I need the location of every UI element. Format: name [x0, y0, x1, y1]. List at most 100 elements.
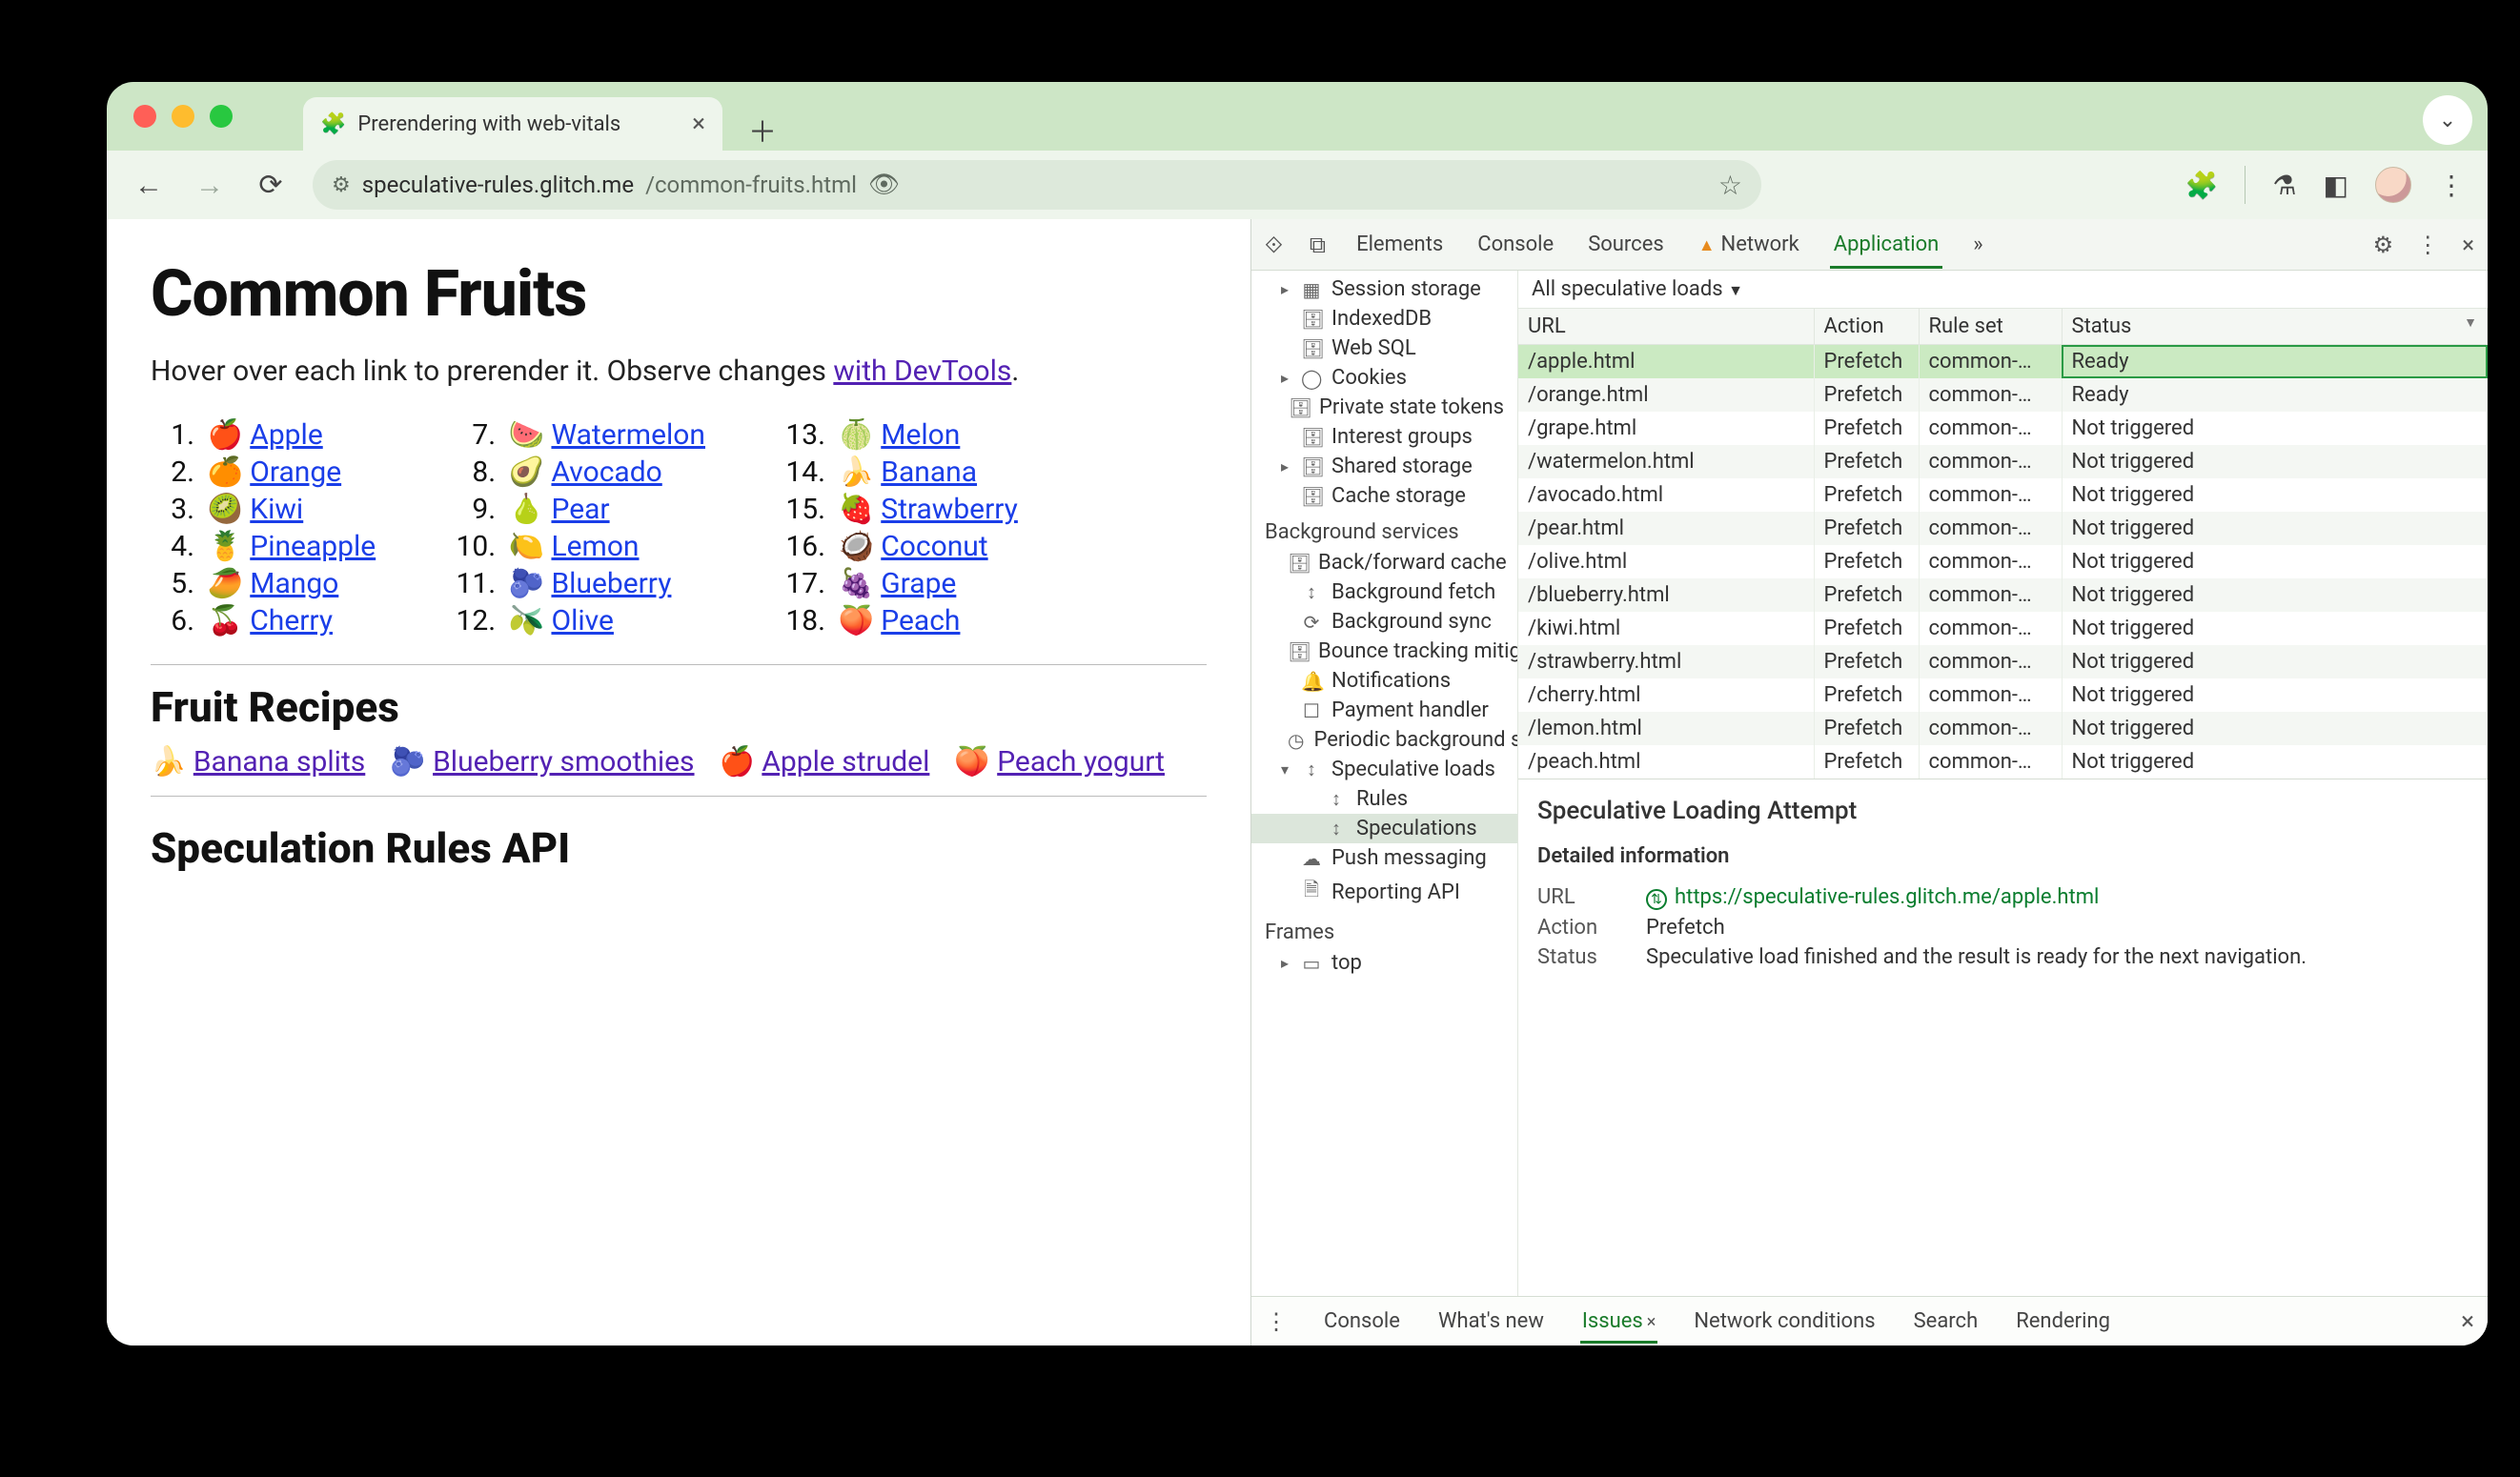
drawer-tab-rendering[interactable]: Rendering [2014, 1300, 2112, 1343]
table-row[interactable]: /orange.htmlPrefetchcommon-…Ready [1518, 378, 2488, 412]
fruit-link[interactable]: Pear [551, 493, 609, 526]
lead-link[interactable]: with DevTools [833, 354, 1011, 388]
table-row[interactable]: /lemon.htmlPrefetchcommon-…Not triggered [1518, 712, 2488, 745]
fruit-link[interactable]: Watermelon [551, 418, 705, 452]
sidebar-item[interactable]: ▸🗄Shared storage [1251, 452, 1517, 481]
tab-application[interactable]: Application [1830, 221, 1942, 268]
fruit-link[interactable]: Peach [881, 604, 960, 637]
recipe-link[interactable]: Banana splits [193, 745, 365, 779]
table-row[interactable]: /cherry.htmlPrefetchcommon-…Not triggere… [1518, 678, 2488, 712]
site-settings-icon[interactable]: ⚙ [332, 173, 351, 197]
table-row[interactable]: /kiwi.htmlPrefetchcommon-…Not triggered [1518, 612, 2488, 645]
profile-avatar[interactable] [2375, 167, 2411, 203]
sidebar-item[interactable]: 🗄Interest groups [1251, 422, 1517, 452]
table-row[interactable]: /pear.htmlPrefetchcommon-…Not triggered [1518, 512, 2488, 545]
th-action[interactable]: Action [1814, 309, 1919, 345]
omnibox[interactable]: ⚙ speculative-rules.glitch.me/common-fru… [313, 160, 1761, 210]
fruit-link[interactable]: Lemon [551, 530, 639, 563]
tab-network[interactable]: Network [1695, 221, 1803, 268]
table-row[interactable]: /avocado.htmlPrefetchcommon-…Not trigger… [1518, 478, 2488, 512]
drawer-tab-netcond[interactable]: Network conditions [1692, 1300, 1877, 1343]
tab-more[interactable]: » [1969, 221, 1986, 268]
drawer-menu-icon[interactable]: ⋮ [1265, 1308, 1288, 1335]
sidepanel-icon[interactable]: ◧ [2324, 170, 2348, 201]
table-row[interactable]: /peach.htmlPrefetchcommon-…Not triggered [1518, 745, 2488, 779]
inspect-icon[interactable]: ⟐ [1265, 232, 1283, 258]
fruit-link[interactable]: Apple [250, 418, 322, 452]
table-row[interactable]: /grape.htmlPrefetchcommon-…Not triggered [1518, 412, 2488, 445]
labs-icon[interactable]: ⚗ [2272, 170, 2296, 201]
fruit-link[interactable]: Coconut [881, 530, 987, 563]
th-ruleset[interactable]: Rule set [1919, 309, 2062, 345]
table-row[interactable]: /strawberry.htmlPrefetchcommon-…Not trig… [1518, 645, 2488, 678]
sidebar-item[interactable]: 🗄Cache storage [1251, 481, 1517, 511]
sidebar-item[interactable]: 🗄Bounce tracking mitigation [1251, 637, 1517, 666]
sidebar-item[interactable]: ↕Speculations [1251, 814, 1517, 843]
fullscreen-window-button[interactable] [210, 105, 233, 128]
sidebar-item[interactable]: 🗄Web SQL [1251, 334, 1517, 363]
tabs-overflow-button[interactable]: ⌄ [2423, 95, 2472, 145]
sidebar-item[interactable]: ◷Periodic background sync [1251, 725, 1517, 755]
fruit-link[interactable]: Banana [881, 455, 977, 489]
recipe-link[interactable]: Blueberry smoothies [433, 745, 694, 779]
table-row[interactable]: /blueberry.htmlPrefetchcommon-…Not trigg… [1518, 578, 2488, 612]
fruit-link[interactable]: Pineapple [250, 530, 376, 563]
drawer-tab-whatsnew[interactable]: What's new [1436, 1300, 1546, 1343]
fruit-link[interactable]: Blueberry [551, 567, 671, 600]
new-tab-button[interactable]: ＋ [742, 109, 783, 151]
fruit-link[interactable]: Avocado [551, 455, 661, 489]
th-url[interactable]: URL [1518, 309, 1814, 345]
sidebar-item[interactable]: 🔔Notifications [1251, 666, 1517, 696]
table-row[interactable]: /watermelon.htmlPrefetchcommon-…Not trig… [1518, 445, 2488, 478]
fruit-link[interactable]: Orange [250, 455, 341, 489]
close-devtools-icon[interactable]: × [2462, 232, 2474, 258]
sidebar-item[interactable]: 🗄Private state tokens [1251, 393, 1517, 422]
close-window-button[interactable] [133, 105, 156, 128]
filter-dropdown[interactable]: All speculative loads ▼ [1532, 277, 1743, 301]
fruit-link[interactable]: Melon [881, 418, 960, 452]
minimize-window-button[interactable] [172, 105, 194, 128]
sidebar-item[interactable]: 🗄Back/forward cache [1251, 548, 1517, 577]
sidebar-item[interactable]: ▸▦Session storage [1251, 274, 1517, 304]
recipe-link[interactable]: Peach yogurt [997, 745, 1165, 779]
forward-button[interactable]: → [191, 166, 229, 204]
fruit-link[interactable]: Kiwi [250, 493, 303, 526]
recipe-link[interactable]: Apple strudel [762, 745, 929, 779]
device-toggle-icon[interactable]: ⧉ [1310, 232, 1326, 258]
bookmark-star-icon[interactable]: ☆ [1718, 170, 1742, 201]
kebab-menu-icon[interactable]: ⋮ [2438, 170, 2465, 201]
sidebar-item[interactable]: ☁Push messaging [1251, 843, 1517, 873]
detail-url-link[interactable]: ⇅https://speculative-rules.glitch.me/app… [1646, 885, 2099, 910]
gear-icon[interactable]: ⚙ [2373, 232, 2394, 258]
close-icon[interactable]: × [1647, 1312, 1656, 1332]
drawer-tab-search[interactable]: Search [1912, 1300, 1981, 1343]
fruit-link[interactable]: Olive [551, 604, 613, 637]
visibility-icon[interactable]: 👁 [868, 171, 900, 199]
sidebar-item[interactable]: 🗎Reporting API [1251, 873, 1517, 911]
kebab-icon[interactable]: ⋮ [2416, 232, 2439, 258]
sidebar-item[interactable]: 🗄IndexedDB [1251, 304, 1517, 334]
sidebar-item[interactable]: ↕Background fetch [1251, 577, 1517, 607]
table-row[interactable]: /apple.htmlPrefetchcommon-…Ready [1518, 345, 2488, 379]
tab-console[interactable]: Console [1473, 221, 1557, 268]
extensions-icon[interactable]: 🧩 [2185, 170, 2219, 201]
browser-tab[interactable]: 🧩 Prerendering with web-vitals × [303, 97, 722, 151]
drawer-close-icon[interactable]: × [2461, 1307, 2474, 1336]
fruit-link[interactable]: Cherry [250, 604, 333, 637]
reload-button[interactable]: ⟳ [252, 166, 290, 204]
sidebar-item[interactable]: ⟳Background sync [1251, 607, 1517, 637]
table-row[interactable]: /olive.htmlPrefetchcommon-…Not triggered [1518, 545, 2488, 578]
fruit-link[interactable]: Mango [250, 567, 338, 600]
tab-elements[interactable]: Elements [1352, 221, 1447, 268]
sidebar-item[interactable]: ▸▭top [1251, 948, 1517, 978]
back-button[interactable]: ← [130, 166, 168, 204]
close-tab-icon[interactable]: × [692, 110, 705, 138]
drawer-tab-issues[interactable]: Issues× [1580, 1300, 1657, 1343]
sidebar-item[interactable]: ▸◯Cookies [1251, 363, 1517, 393]
fruit-link[interactable]: Grape [881, 567, 956, 600]
sidebar-item[interactable]: ☐Payment handler [1251, 696, 1517, 725]
drawer-tab-console[interactable]: Console [1322, 1300, 1402, 1343]
tab-sources[interactable]: Sources [1584, 221, 1668, 268]
fruit-link[interactable]: Strawberry [881, 493, 1018, 526]
sidebar-item-speculative-loads[interactable]: ▾ ↕ Speculative loads [1251, 755, 1517, 784]
